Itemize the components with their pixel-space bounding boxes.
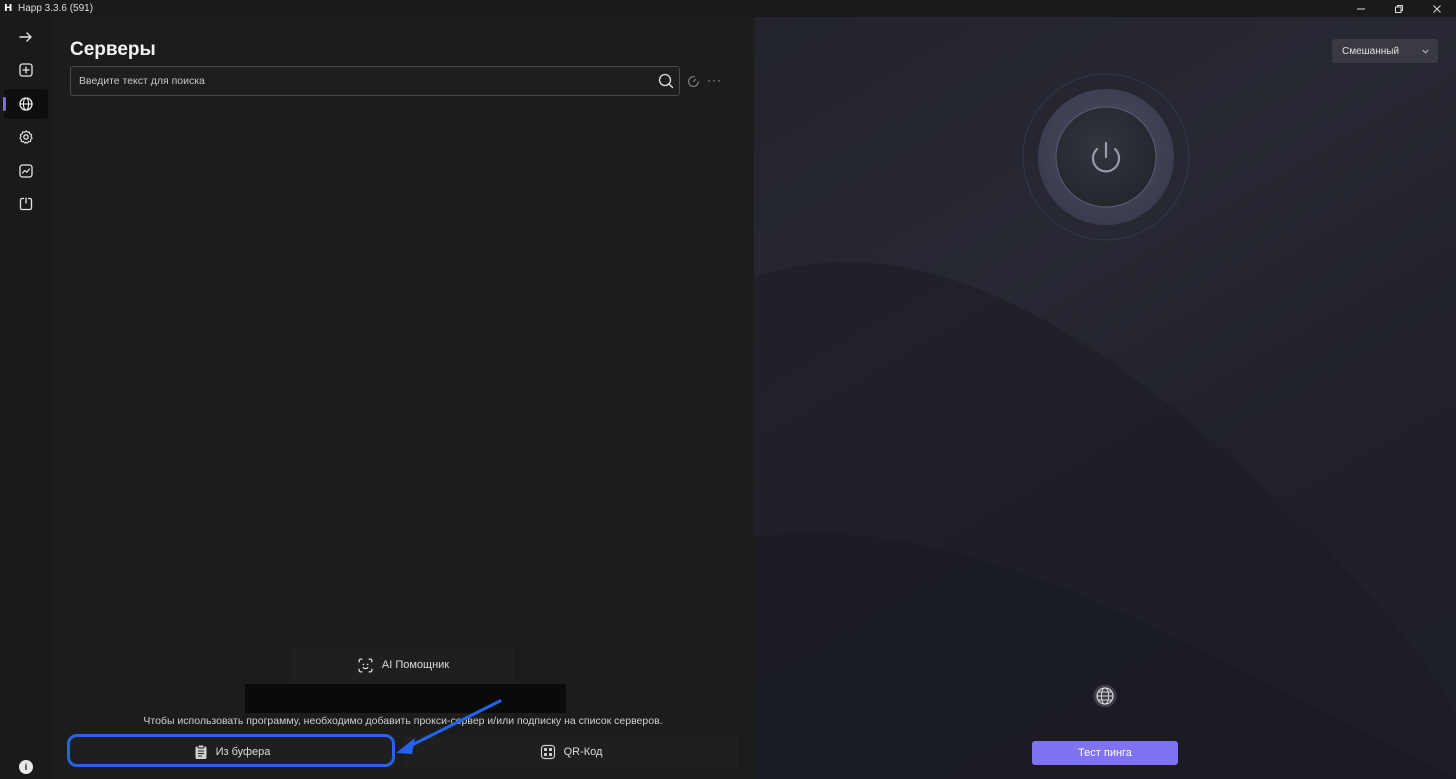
speedometer-icon	[688, 76, 699, 87]
gear-icon	[19, 130, 33, 144]
search-box	[70, 66, 680, 96]
app-logo-icon: H	[4, 2, 13, 14]
info-icon: i	[24, 762, 28, 772]
proxy-mode-select[interactable]: Смешанный	[1332, 39, 1438, 63]
globe-icon	[19, 97, 33, 111]
page-title: Серверы	[70, 39, 156, 60]
close-icon	[1433, 4, 1441, 13]
sidebar-item-connect[interactable]	[4, 22, 48, 52]
sidebar-item-settings[interactable]	[4, 122, 48, 152]
ping-test-button[interactable]: Тест пинга	[1032, 741, 1178, 765]
search-icon	[658, 73, 674, 89]
restore-button[interactable]	[1380, 0, 1418, 17]
minimize-icon	[1357, 8, 1365, 9]
search-input[interactable]	[71, 74, 653, 88]
servers-panel: Серверы ··· AI Помощник Чтобы использова…	[52, 17, 754, 779]
qr-code-icon	[540, 744, 555, 760]
window-title: Happ 3.3.6 (591)	[18, 3, 94, 14]
add-square-icon	[19, 63, 33, 77]
ping-test-label: Тест пинга	[1078, 747, 1132, 759]
more-options-button[interactable]: ···	[707, 73, 722, 87]
export-icon	[19, 197, 33, 211]
search-button[interactable]	[653, 73, 679, 89]
chart-icon	[19, 164, 33, 178]
close-button[interactable]	[1418, 0, 1456, 17]
sidebar-item-export[interactable]	[4, 189, 48, 219]
connection-panel: Смешанный Тест пинга	[754, 17, 1456, 779]
sidebar-item-statistics[interactable]	[4, 156, 48, 186]
title-bar: H Happ 3.3.6 (591)	[0, 0, 1456, 17]
info-button[interactable]: i	[19, 760, 33, 774]
globe-icon	[1093, 684, 1117, 708]
restore-icon	[1395, 4, 1403, 13]
ai-face-icon	[358, 657, 373, 673]
power-button[interactable]	[1022, 73, 1190, 241]
empty-state-hint: Чтобы использовать программу, необходимо…	[143, 715, 663, 727]
arrow-right-icon	[19, 32, 32, 42]
window-controls	[1342, 0, 1456, 17]
ai-assistant-button[interactable]: AI Помощник	[292, 647, 514, 683]
redacted-block	[245, 684, 566, 713]
proxy-mode-value: Смешанный	[1342, 45, 1400, 57]
qr-code-label: QR-Код	[563, 746, 603, 758]
minimize-button[interactable]	[1342, 0, 1380, 17]
sidebar-item-servers[interactable]	[3, 89, 48, 119]
power-button-wrap	[1022, 73, 1190, 246]
more-icon: ···	[707, 73, 722, 87]
ai-assistant-label: AI Помощник	[381, 659, 450, 671]
from-clipboard-button[interactable]: Из буфера	[68, 735, 396, 769]
ping-servers-button[interactable]	[687, 75, 700, 93]
from-clipboard-label: Из буфера	[215, 746, 271, 758]
sidebar-item-add[interactable]	[4, 55, 48, 85]
sidebar: i	[0, 17, 52, 779]
qr-code-button[interactable]: QR-Код	[404, 735, 738, 769]
chevron-down-icon	[1422, 49, 1429, 54]
clipboard-icon	[195, 744, 207, 759]
globe-status-button[interactable]	[1093, 684, 1117, 713]
